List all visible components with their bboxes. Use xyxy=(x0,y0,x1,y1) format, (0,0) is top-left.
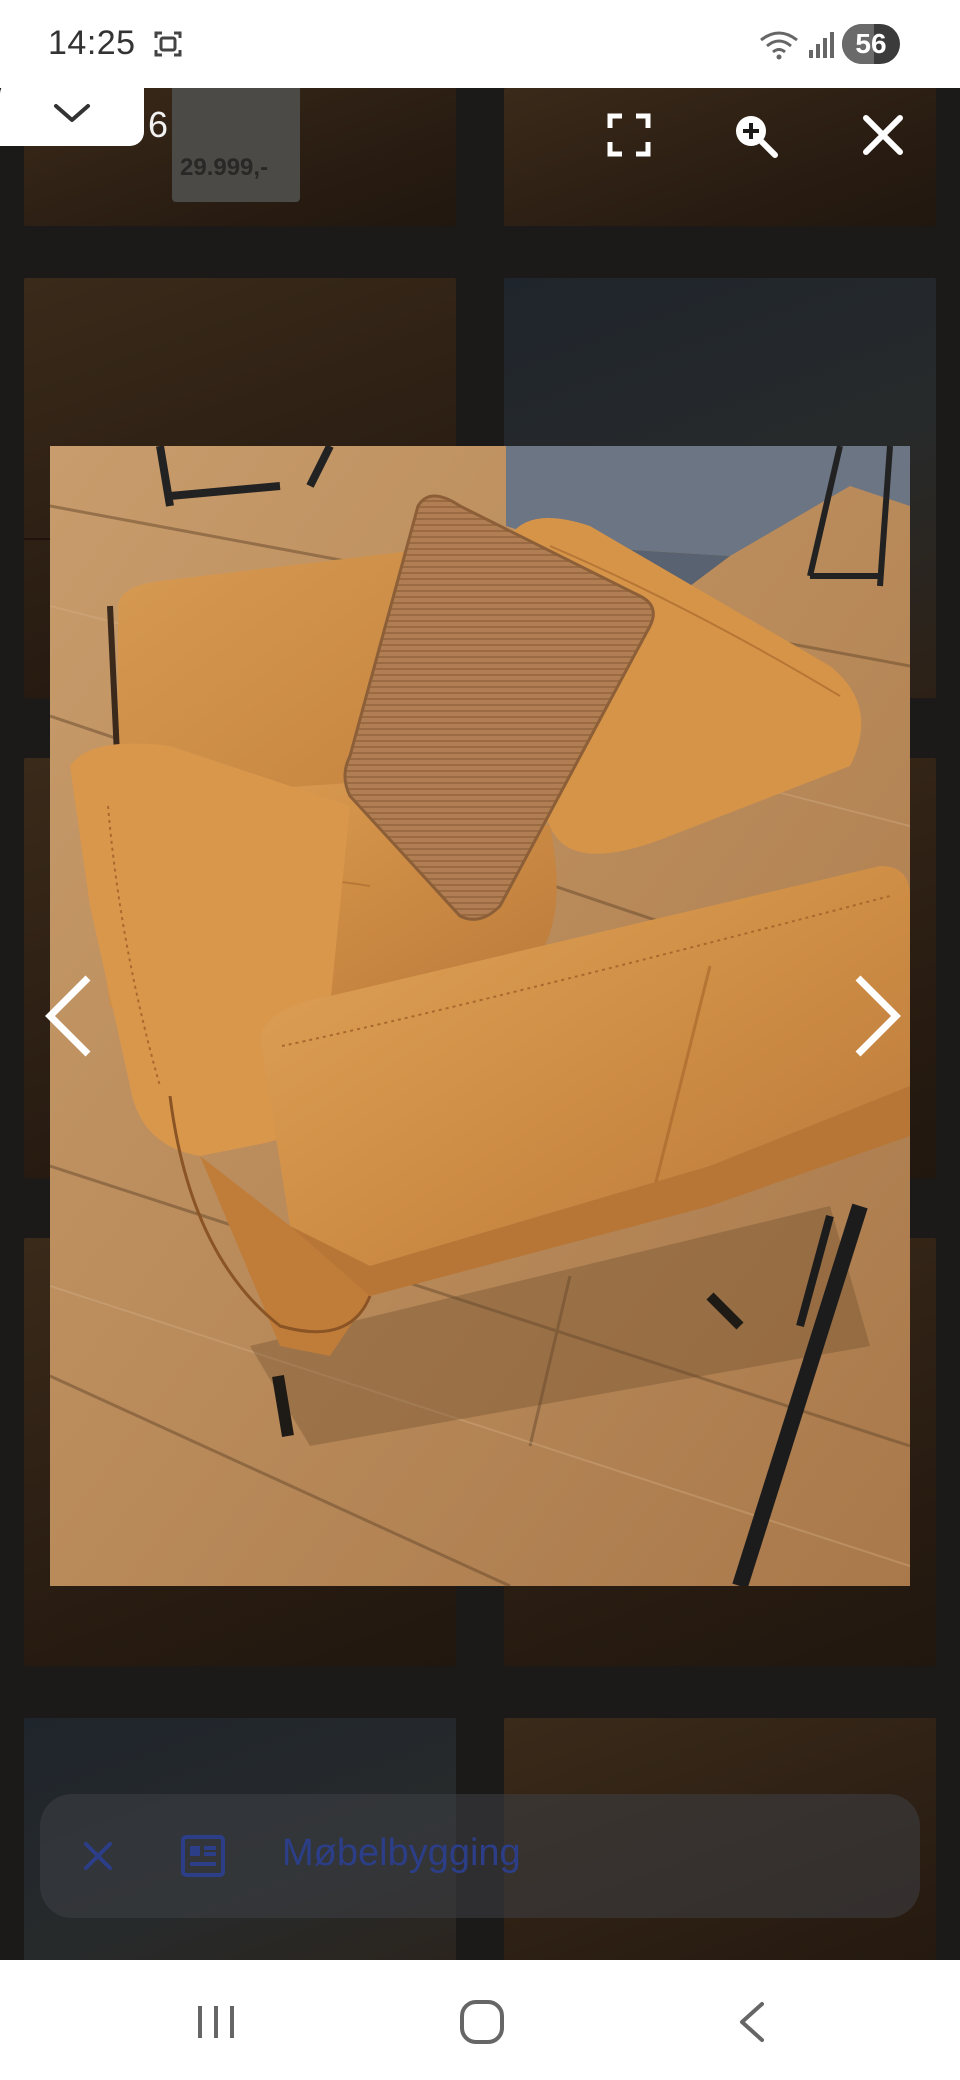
search-chip[interactable]: Møbelbygging xyxy=(40,1794,920,1918)
price-tag-text: 29.999,- xyxy=(180,154,269,181)
screenshot-icon xyxy=(154,31,182,57)
home-icon[interactable] xyxy=(452,2000,512,2044)
price-tag: 29.999,- xyxy=(172,88,300,202)
close-icon[interactable] xyxy=(858,110,908,160)
collapse-button[interactable] xyxy=(0,80,144,146)
status-bar: 14:25 56 xyxy=(0,0,960,88)
fullscreen-icon[interactable] xyxy=(604,110,654,160)
next-image-button[interactable] xyxy=(848,974,904,1058)
chip-label: Møbelbygging xyxy=(282,1832,521,1874)
zoom-in-icon[interactable] xyxy=(730,110,780,160)
battery-indicator: 56 xyxy=(842,24,900,64)
image-counter: 6 xyxy=(148,104,169,145)
battery-level: 56 xyxy=(855,28,887,59)
back-icon[interactable] xyxy=(722,2000,782,2044)
system-navigation-bar xyxy=(0,1960,960,2080)
armchair-photo xyxy=(50,446,910,1586)
signal-icon xyxy=(809,32,834,58)
main-photo[interactable] xyxy=(50,446,910,1586)
previous-image-button[interactable] xyxy=(42,974,98,1058)
status-time: 14:25 xyxy=(48,24,136,62)
close-icon[interactable] xyxy=(78,1836,118,1876)
wifi-icon xyxy=(760,31,798,60)
article-icon xyxy=(181,1835,225,1877)
recents-icon[interactable] xyxy=(186,2000,246,2044)
chevron-down-icon xyxy=(54,104,90,122)
